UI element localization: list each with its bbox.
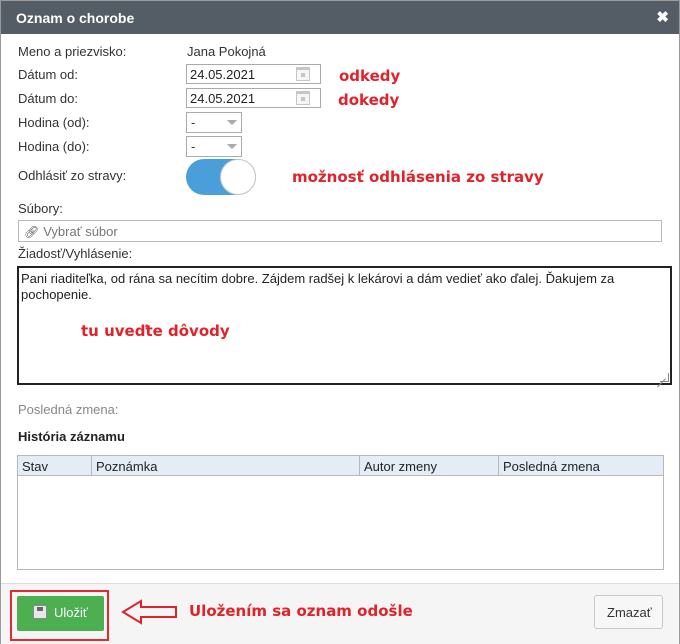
clear-label: Zmazať (607, 605, 652, 620)
name-label: Meno a priezvisko: (18, 44, 127, 59)
hour-from-select[interactable]: - (186, 112, 242, 133)
request-text: Pani riaditeľka, od rána sa necítim dobr… (21, 271, 615, 302)
clear-button[interactable]: Zmazať (594, 595, 663, 629)
save-label: Uložiť (54, 605, 88, 620)
column-last-change[interactable]: Posledná zmena (499, 456, 663, 476)
date-from-value: 24.05.2021 (190, 67, 256, 82)
calendar-icon[interactable] (296, 67, 310, 81)
hour-to-value: - (191, 139, 196, 154)
date-from-label: Dátum od: (18, 67, 78, 82)
chevron-down-icon (227, 144, 237, 149)
arrow-left-icon (121, 599, 177, 625)
hour-from-value: - (191, 115, 196, 130)
file-picker[interactable]: 🔗︎ Vybrať súbor (18, 220, 662, 242)
meal-label: Odhlásiť zo stravy: (18, 168, 127, 183)
column-note[interactable]: Poznámka (92, 456, 360, 476)
link-icon: 🔗︎ (24, 225, 40, 239)
annotation-save: Uložením sa oznam odošle (189, 602, 413, 620)
meal-toggle[interactable] (186, 159, 256, 195)
column-author[interactable]: Autor zmeny (360, 456, 499, 476)
calendar-icon[interactable] (296, 91, 310, 105)
annotation-to: dokedy (338, 91, 400, 109)
last-change-label: Posledná zmena: (18, 402, 119, 417)
history-table: Stav Poznámka Autor zmeny Posledná zmena (17, 455, 664, 570)
history-title: História záznamu (18, 429, 125, 444)
date-to-label: Dátum do: (18, 91, 78, 106)
illness-notice-dialog: Oznam o chorobe ✖ Meno a priezvisko: Jan… (0, 0, 680, 644)
close-icon[interactable]: ✖ (656, 8, 669, 26)
resize-grip-icon[interactable] (660, 373, 669, 382)
annotation-from: odkedy (339, 67, 401, 85)
file-placeholder: Vybrať súbor (43, 224, 118, 239)
history-table-header: Stav Poznámka Autor zmeny Posledná zmena (18, 456, 663, 476)
toggle-knob[interactable] (220, 159, 256, 195)
files-label: Súbory: (18, 201, 63, 216)
hour-to-label: Hodina (do): (18, 139, 90, 154)
chevron-down-icon (227, 120, 237, 125)
floppy-disk-icon (33, 605, 47, 619)
annotation-meal: možnosť odhlásenia zo stravy (292, 168, 544, 186)
date-from-input[interactable]: 24.05.2021 (186, 64, 321, 84)
request-label: Žiadosť/Vyhlásenie: (18, 246, 133, 261)
save-button[interactable]: Uložiť (17, 596, 104, 631)
dialog-title: Oznam o chorobe (16, 10, 135, 26)
hour-from-label: Hodina (od): (18, 115, 90, 130)
date-to-value: 24.05.2021 (190, 91, 256, 106)
name-value: Jana Pokojná (187, 44, 266, 59)
annotation-reasons: tu uveďte dôvody (81, 322, 230, 340)
date-to-input[interactable]: 24.05.2021 (186, 88, 321, 108)
column-status[interactable]: Stav (18, 456, 92, 476)
dialog-titlebar: Oznam o chorobe ✖ (1, 1, 679, 34)
hour-to-select[interactable]: - (186, 136, 242, 157)
